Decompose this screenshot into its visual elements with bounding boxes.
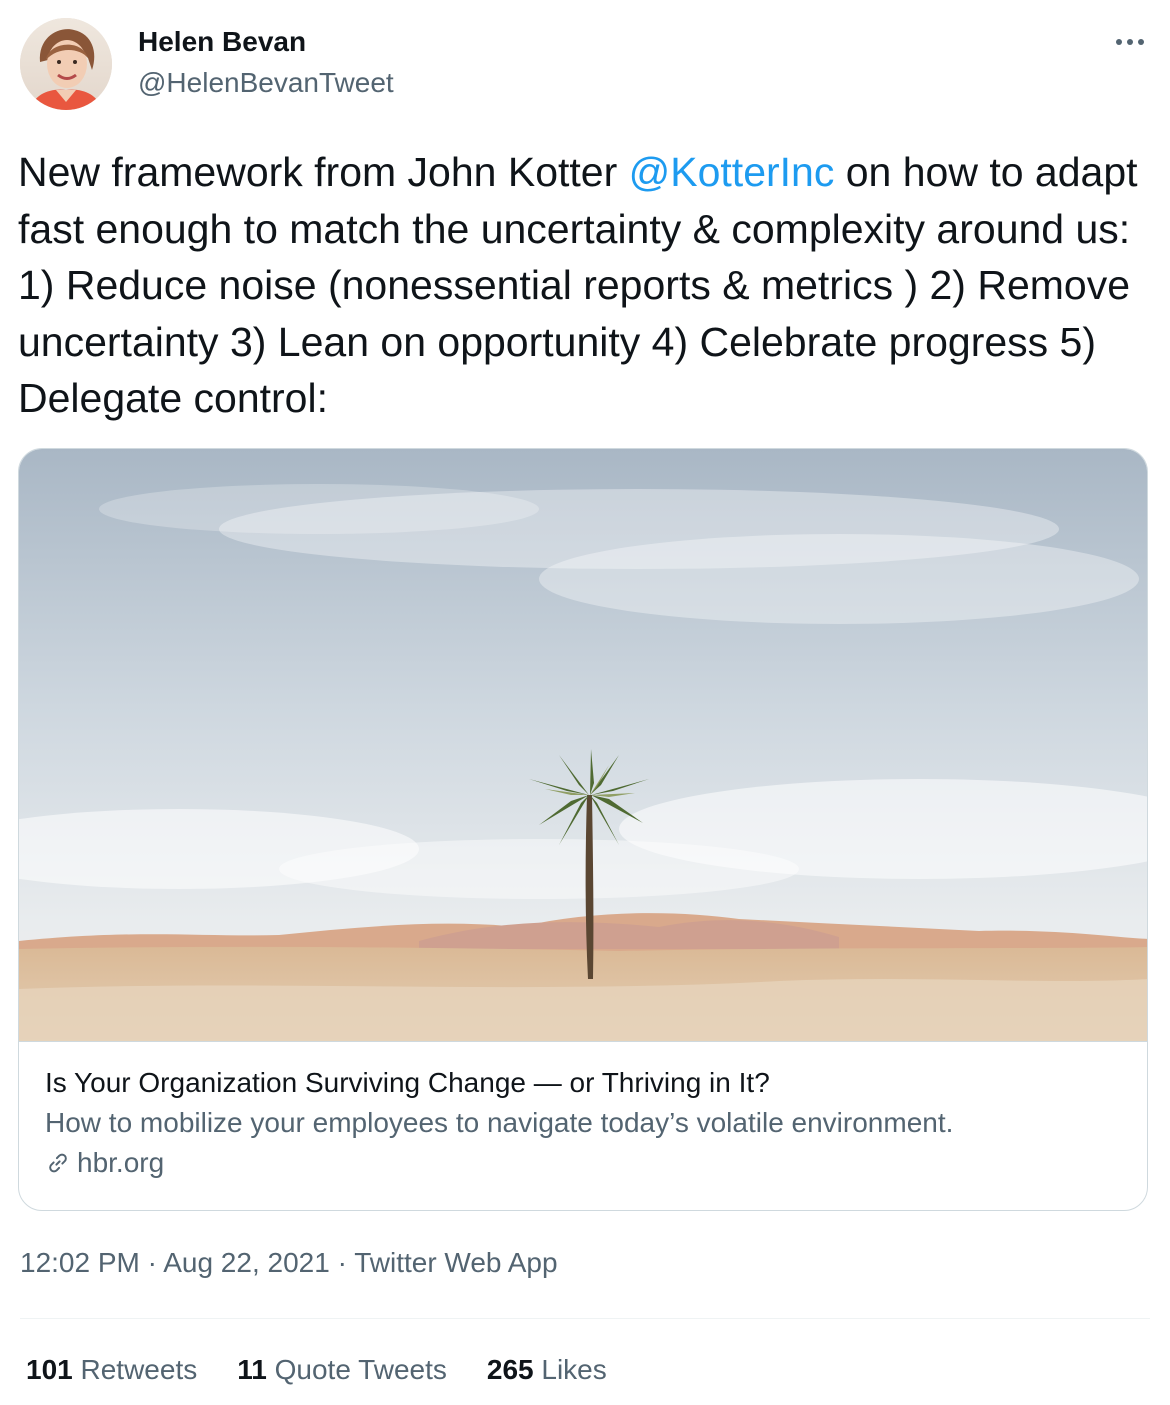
link-icon xyxy=(49,1153,67,1173)
tweet-date[interactable]: Aug 22, 2021 xyxy=(163,1247,330,1278)
card-domain-text: hbr.org xyxy=(77,1147,165,1178)
meta-separator: · xyxy=(329,1247,355,1278)
author-handle[interactable]: @HelenBevanTweet xyxy=(138,67,394,99)
tweet-source[interactable]: Twitter Web App xyxy=(354,1247,557,1278)
tweet-stats: 101 Retweets 11 Quote Tweets 265 Likes xyxy=(26,1354,607,1386)
meta-separator: · xyxy=(139,1247,164,1278)
desert-palm-image xyxy=(19,449,1147,1041)
card-domain: hbr.org xyxy=(45,1143,1125,1183)
more-options-button[interactable] xyxy=(1112,24,1148,60)
divider xyxy=(20,1318,1150,1319)
mention-link[interactable]: @KotterInc xyxy=(629,149,835,195)
retweets-label: Retweets xyxy=(80,1354,198,1385)
link-card[interactable]: Is Your Organization Surviving Change — … xyxy=(18,448,1148,1211)
likes-stat[interactable]: 265 Likes xyxy=(487,1354,607,1386)
likes-label: Likes xyxy=(541,1354,607,1385)
tweet-meta: 12:02 PM · Aug 22, 2021 · Twitter Web Ap… xyxy=(20,1247,558,1279)
card-image xyxy=(19,449,1147,1042)
avatar-photo xyxy=(20,18,112,110)
tweet-time[interactable]: 12:02 PM xyxy=(20,1247,140,1278)
retweets-stat[interactable]: 101 Retweets xyxy=(26,1354,197,1386)
card-body: Is Your Organization Surviving Change — … xyxy=(45,1063,1125,1183)
card-description: How to mobilize your employees to naviga… xyxy=(45,1107,954,1138)
quote-tweets-label: Quote Tweets xyxy=(274,1354,447,1385)
tweet-text-part: New framework from John Kotter xyxy=(18,149,629,195)
author-name[interactable]: Helen Bevan xyxy=(138,26,306,58)
avatar[interactable] xyxy=(20,18,112,110)
retweets-count: 101 xyxy=(26,1354,73,1385)
quote-tweets-count: 11 xyxy=(237,1354,267,1385)
likes-count: 265 xyxy=(486,1354,534,1385)
card-title: Is Your Organization Surviving Change — … xyxy=(45,1067,770,1098)
tweet-text: New framework from John Kotter @KotterIn… xyxy=(18,144,1153,427)
quote-tweets-stat[interactable]: 11 Quote Tweets xyxy=(237,1354,447,1386)
more-horizontal-icon xyxy=(1116,39,1144,45)
